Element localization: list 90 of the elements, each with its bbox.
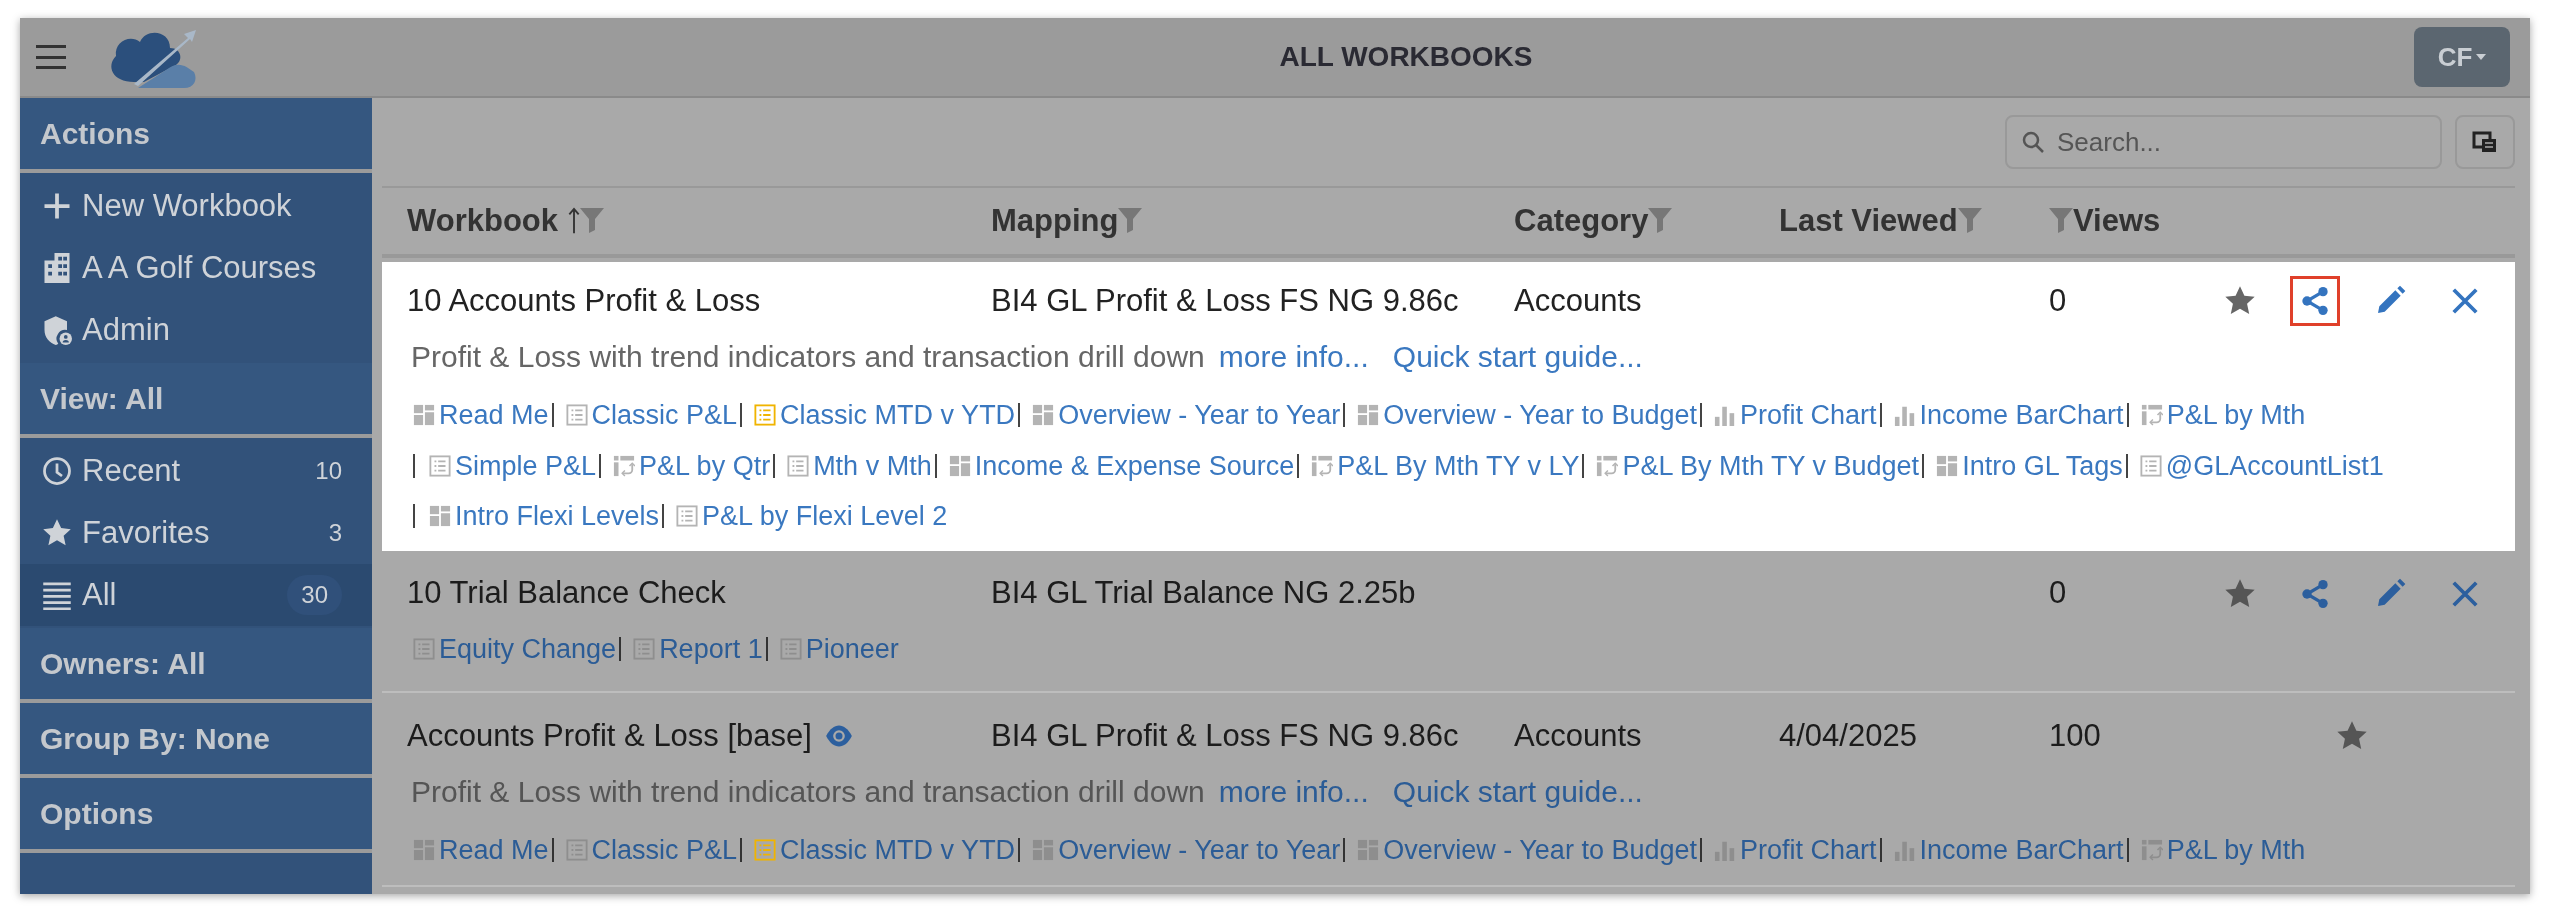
item-count: 3 bbox=[328, 518, 342, 548]
description-text: Profit & Loss with trend indicators and transaction drill down bbox=[411, 339, 1205, 375]
report-link[interactable]: Profit Chart bbox=[1740, 395, 1877, 436]
plus-icon bbox=[42, 191, 72, 221]
menu-icon[interactable] bbox=[36, 45, 66, 69]
report-link[interactable]: P&L By Mth TY v Budget bbox=[1622, 445, 1920, 486]
search-input[interactable]: Search... bbox=[2057, 122, 2426, 162]
building-icon bbox=[42, 253, 72, 283]
heading-text: Owners: All bbox=[40, 646, 206, 682]
table-cell: BI4 GL Trial Balance NG 2.25b bbox=[991, 575, 1416, 611]
column-header[interactable]: Mapping bbox=[991, 197, 1119, 245]
sidebar-item[interactable]: A A Golf Courses bbox=[20, 237, 372, 299]
table-cell: 0 bbox=[2049, 282, 2067, 318]
report-link[interactable]: P&L by Qtr bbox=[639, 445, 771, 486]
report-link[interactable]: P&L by Mth bbox=[2166, 830, 2306, 871]
column-header[interactable]: Workbook bbox=[407, 197, 558, 245]
report-link[interactable]: Overview - Year to Year bbox=[1058, 830, 1341, 871]
filter-icon[interactable] bbox=[1118, 208, 1143, 234]
sidebar-item[interactable]: Recent 10 bbox=[20, 440, 372, 502]
shield-user-icon bbox=[42, 315, 72, 345]
report-link[interactable]: Intro Flexi Levels bbox=[455, 496, 660, 537]
sidebar-item[interactable]: All 30 bbox=[20, 564, 372, 626]
report-link[interactable]: P&L by Flexi Level 2 bbox=[702, 496, 948, 537]
report-link[interactable]: Overview - Year to Year bbox=[1058, 395, 1341, 436]
description-text: Profit & Loss with trend indicators and transaction drill down bbox=[411, 774, 1205, 810]
filter-icon[interactable] bbox=[1648, 208, 1673, 234]
columns-icon bbox=[2472, 130, 2498, 154]
search-icon bbox=[2021, 130, 2045, 154]
heading-text: View: All bbox=[40, 381, 164, 417]
item-count: 10 bbox=[315, 456, 342, 486]
table-cell-text: 10 Trial Balance Check bbox=[407, 574, 726, 613]
list-icon bbox=[42, 580, 72, 610]
report-link[interactable]: Income BarChart bbox=[1919, 830, 2124, 871]
sidebar-item[interactable]: Favorites 3 bbox=[20, 502, 372, 564]
report-link[interactable]: Classic P&L bbox=[591, 830, 738, 871]
report-link[interactable]: Read Me bbox=[439, 395, 549, 436]
quick-start-guide-link[interactable]: Quick start guide... bbox=[1392, 334, 1643, 379]
table-cell-text: 10 Accounts Profit & Loss bbox=[407, 281, 761, 320]
star-icon[interactable] bbox=[2336, 720, 2368, 752]
table-cell: Accounts bbox=[1514, 282, 1642, 318]
report-link[interactable]: @GLAccountList1 bbox=[2165, 445, 2384, 486]
report-link[interactable]: Equity Change bbox=[439, 628, 617, 669]
count-badge: 30 bbox=[287, 575, 342, 615]
report-link[interactable]: Mth v Mth bbox=[813, 445, 932, 486]
report-link[interactable]: Overview - Year to Budget bbox=[1383, 830, 1697, 871]
table-cell: 4/04/2025 bbox=[1779, 717, 1917, 753]
more-info-link[interactable]: more info... bbox=[1218, 769, 1369, 814]
report-link[interactable]: Classic P&L bbox=[591, 395, 738, 436]
report-link[interactable]: Classic MTD v YTD bbox=[780, 395, 1016, 436]
report-link[interactable]: P&L by Mth bbox=[2166, 395, 2306, 436]
report-link[interactable]: Intro GL Tags bbox=[1962, 445, 2123, 486]
table-cell: Accounts bbox=[1514, 717, 1642, 753]
page-title: ALL WORKBOOKS bbox=[1279, 40, 1533, 74]
caret-icon bbox=[2476, 54, 2487, 60]
report-link[interactable]: Classic MTD v YTD bbox=[780, 830, 1016, 871]
column-header[interactable]: Last Viewed bbox=[1779, 197, 1958, 245]
share-button[interactable] bbox=[2289, 276, 2340, 326]
star-icon[interactable] bbox=[2223, 577, 2256, 610]
table-row[interactable] bbox=[382, 262, 2515, 551]
report-link[interactable]: Income & Expense Source bbox=[974, 445, 1295, 486]
user-menu-button[interactable]: CF bbox=[2414, 27, 2510, 87]
report-link[interactable]: Simple P&L bbox=[455, 445, 597, 486]
filter-icon[interactable] bbox=[2049, 208, 2073, 234]
table-cell: BI4 GL Profit & Loss FS NG 9.86c bbox=[991, 717, 1459, 753]
column-header[interactable]: Category bbox=[1514, 197, 1649, 245]
report-link[interactable]: P&L By Mth TY v LY bbox=[1337, 445, 1580, 486]
table-cell: 100 bbox=[2049, 717, 2101, 753]
heading-text: Group By: None bbox=[40, 721, 270, 757]
star-icon[interactable] bbox=[2223, 285, 2256, 317]
report-link[interactable]: Pioneer bbox=[805, 628, 899, 669]
heading-text: Options bbox=[40, 796, 154, 832]
columns-button[interactable] bbox=[2455, 115, 2515, 169]
sidebar-item[interactable]: Admin bbox=[20, 299, 372, 361]
table-cell-text: Accounts Profit & Loss [base] bbox=[407, 716, 812, 755]
table-cell: 0 bbox=[2049, 575, 2067, 611]
report-link[interactable]: Income BarChart bbox=[1919, 395, 2124, 436]
report-link[interactable]: Overview - Year to Budget bbox=[1383, 395, 1697, 436]
column-header[interactable]: Views bbox=[2073, 197, 2161, 245]
report-link[interactable]: Read Me bbox=[439, 830, 549, 871]
more-info-link[interactable]: more info... bbox=[1218, 334, 1369, 379]
report-link[interactable]: Profit Chart bbox=[1740, 830, 1877, 871]
search-field[interactable]: Search... bbox=[2005, 115, 2442, 169]
heading-text: Actions bbox=[40, 116, 150, 152]
table-cell: BI4 GL Profit & Loss FS NG 9.86c bbox=[991, 282, 1459, 318]
clock-icon bbox=[42, 456, 72, 486]
filter-icon[interactable] bbox=[1957, 208, 1982, 234]
sort-ascending-icon[interactable] bbox=[568, 207, 580, 235]
report-link[interactable]: Report 1 bbox=[659, 628, 763, 669]
quick-start-guide-link[interactable]: Quick start guide... bbox=[1392, 769, 1643, 814]
sidebar-item[interactable]: New Workbook bbox=[20, 175, 372, 237]
